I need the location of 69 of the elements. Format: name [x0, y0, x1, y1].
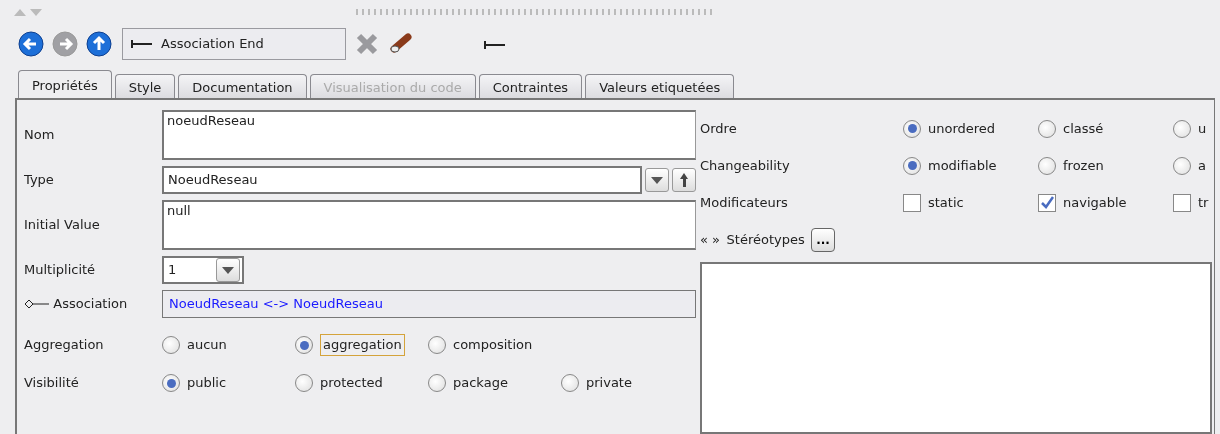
go-to-type-button[interactable] [672, 168, 696, 192]
option-label: u [1198, 119, 1207, 138]
association-end-icon [131, 39, 153, 49]
option-label: modifiable [928, 156, 997, 175]
tab[interactable]: Documentation [178, 74, 307, 98]
text-area[interactable]: null [162, 200, 696, 250]
option-label: package [453, 374, 508, 393]
option-label: a [1198, 156, 1206, 175]
tab[interactable]: Propriétés [18, 70, 112, 98]
combo-value: 1 [168, 261, 177, 280]
more-button[interactable]: ... [811, 227, 835, 252]
association-link[interactable]: NoeudReseau <-> NoeudReseau [162, 290, 696, 318]
option-label: composition [453, 336, 533, 355]
stereotypes-label: Stéréotypes [726, 230, 805, 249]
dropdown-button[interactable] [216, 258, 240, 282]
dropdown-button[interactable] [644, 168, 669, 192]
radio-button[interactable] [561, 374, 579, 392]
option-label: aucun [187, 336, 227, 355]
field-label: Type [23, 171, 55, 190]
tab[interactable]: Valeurs etiquetées [585, 74, 735, 98]
option-label: protected [320, 374, 383, 393]
option-label: navigable [1063, 193, 1127, 212]
checkbox[interactable] [1173, 193, 1191, 212]
combo-box[interactable]: 1 [162, 256, 244, 284]
group-label: Ordre [700, 119, 738, 138]
field-label: Association [53, 295, 128, 314]
up-button[interactable] [86, 31, 112, 57]
combo-box[interactable]: NoeudReseau [162, 166, 642, 194]
radio-button[interactable] [1173, 156, 1191, 175]
tab[interactable]: Style [114, 74, 176, 98]
radio-button[interactable] [428, 374, 446, 392]
radio-button[interactable] [903, 119, 921, 138]
radio-button[interactable] [295, 374, 313, 392]
field-label: Nom [23, 126, 56, 145]
radio-button[interactable] [1038, 119, 1056, 138]
text-area[interactable]: noeudReseau [162, 110, 696, 160]
radio-button[interactable] [1038, 156, 1056, 175]
end-marker-icon [484, 39, 506, 50]
option-label: private [586, 374, 632, 393]
radio-button[interactable] [295, 336, 313, 354]
caret-icon [222, 266, 234, 274]
group-label: Changeability [700, 156, 791, 175]
back-button[interactable] [18, 31, 44, 57]
option-label: tr [1198, 193, 1209, 212]
radio-button[interactable] [903, 156, 921, 175]
field-label: Multiplicité [23, 261, 97, 280]
up-arrow-icon [679, 172, 689, 188]
option-label: frozen [1063, 156, 1104, 175]
field-label: Initial Value [23, 216, 101, 235]
group-label: Aggregation [23, 336, 105, 355]
checkbox[interactable] [903, 193, 921, 212]
option-label: unordered [928, 119, 996, 138]
group-label: Modificateurs [700, 193, 789, 212]
title-text: Association End [161, 35, 264, 54]
radio-button[interactable] [428, 336, 446, 354]
caret-icon [650, 176, 663, 184]
option-label: aggregation [320, 334, 405, 356]
stereotype-arrows: « » [700, 230, 721, 249]
aggregation-icon [24, 299, 50, 309]
option-label: public [187, 374, 227, 393]
radio-button[interactable] [162, 374, 180, 392]
tab[interactable]: Contraintes [478, 74, 583, 98]
checkbox[interactable] [1038, 193, 1056, 212]
radio-button[interactable] [162, 336, 180, 354]
radio-button[interactable] [1173, 119, 1191, 138]
stereotypes-list[interactable] [700, 262, 1212, 434]
group-label: Visibilité [23, 374, 80, 393]
option-label: static [928, 193, 964, 212]
option-label: classé [1063, 119, 1104, 138]
